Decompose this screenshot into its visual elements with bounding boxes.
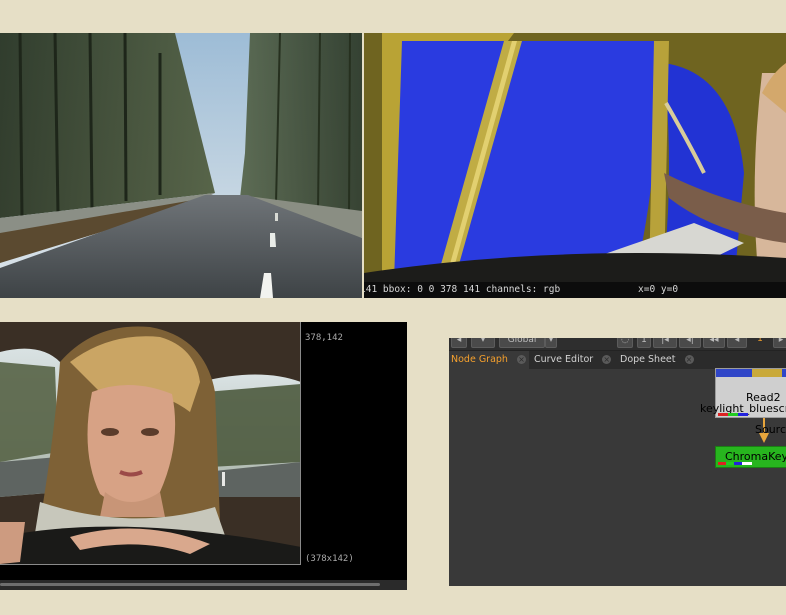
scrollbar-thumb[interactable] [0, 583, 380, 586]
close-icon[interactable]: × [516, 355, 526, 364]
read-node[interactable]: Read2 keylight_bluescreen [700, 368, 786, 418]
tab-dope-sheet[interactable]: Dope Sheet × [618, 351, 696, 369]
bbox-info: 141 bbox: 0 0 378 141 channels: rgb [364, 284, 561, 295]
panel-tab-bar: Node Graph × Curve Editor × Dope Sheet × [449, 351, 786, 369]
channel-green [726, 462, 734, 465]
bluescreen-viewer: 141 bbox: 0 0 378 141 channels: rgb x=0 … [364, 33, 786, 298]
step-back-icon[interactable]: ◂| [679, 338, 701, 348]
skip-back-icon[interactable]: |◂ [653, 338, 677, 348]
channel-red [718, 413, 728, 416]
tab-node-graph[interactable]: Node Graph × [449, 351, 529, 369]
background-plate-viewer [0, 33, 362, 298]
node-thumbnail-detail [752, 369, 782, 377]
arrow-left-icon[interactable]: ◂ [451, 338, 467, 348]
format-border-right [300, 322, 301, 565]
viewer-toolbar: ◂ ▾ Global ▾ ◌ 1 |◂ ◂| ◂◂ ◂ 1 ▸ [449, 338, 786, 351]
format-size-label: (378x142) [305, 554, 354, 564]
channel-red [718, 462, 726, 465]
current-frame[interactable]: 1 [753, 338, 767, 346]
format-border-bottom [0, 564, 301, 565]
chroma-keyer-node[interactable]: ChromaKeyer [715, 446, 786, 468]
channel-alpha [742, 462, 752, 465]
format-corner-coordinate: 378,142 [305, 333, 343, 343]
proxy-button[interactable]: ▾ [471, 338, 495, 348]
transport-icon[interactable]: ◌ [617, 338, 633, 348]
road-plate-image [0, 33, 362, 298]
close-icon[interactable]: × [602, 355, 612, 364]
input-label: Source [755, 423, 786, 436]
channel-blue [734, 462, 742, 465]
global-dropdown[interactable]: Global [499, 338, 545, 348]
tab-curve-editor[interactable]: Curve Editor × [532, 351, 614, 369]
play-back-icon[interactable]: ◂◂ [703, 338, 725, 348]
channel-green [728, 413, 738, 416]
bluescreen-plate-image [364, 33, 786, 282]
viewer-scrollbar[interactable] [0, 580, 407, 590]
composite-image [0, 322, 301, 564]
chevron-down-icon[interactable]: ▾ [545, 338, 557, 348]
composite-viewer: 378,142 (378x142) [0, 322, 407, 590]
next-button[interactable]: ▸ [773, 338, 786, 348]
node-graph-panel: ◂ ▾ Global ▾ ◌ 1 |◂ ◂| ◂◂ ◂ 1 ▸ Node Gra… [449, 338, 786, 586]
frame-step-field[interactable]: 1 [637, 338, 651, 348]
channel-blue [738, 413, 748, 416]
close-icon[interactable]: × [684, 355, 694, 364]
viewer-info-bar: 141 bbox: 0 0 378 141 channels: rgb x=0 … [364, 282, 786, 298]
cursor-position: x=0 y=0 [638, 284, 679, 295]
play-reverse-icon[interactable]: ◂ [727, 338, 747, 348]
